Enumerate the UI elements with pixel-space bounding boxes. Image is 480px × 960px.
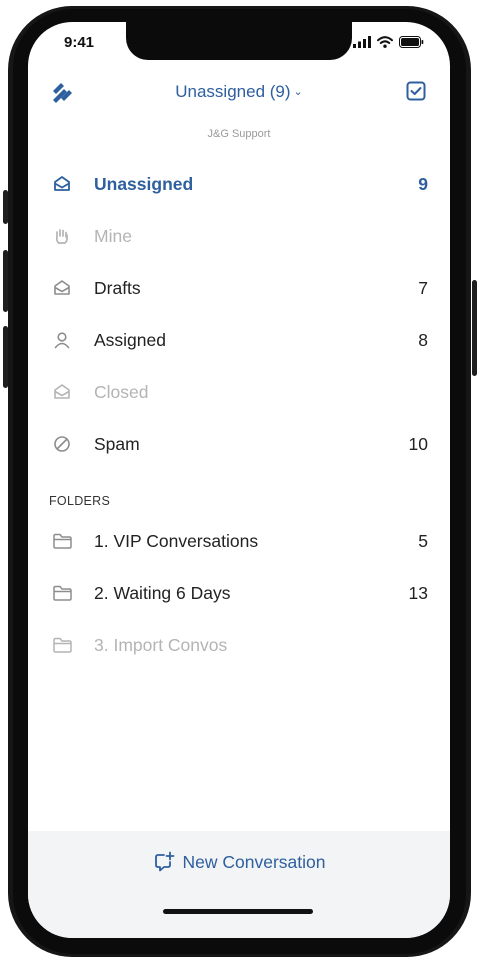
folder-item-vip-conversations[interactable]: 1. VIP Conversations 5 <box>28 515 450 567</box>
mailbox-item-assigned[interactable]: Assigned 8 <box>28 314 450 366</box>
inbox-icon <box>51 277 73 299</box>
folder-item-waiting-6-days[interactable]: 2. Waiting 6 Days 13 <box>28 567 450 619</box>
mailbox-switcher[interactable]: Unassigned (9) ⌄ <box>28 82 450 102</box>
wifi-icon <box>377 36 393 48</box>
folder-icon <box>51 582 73 604</box>
mailbox-switcher-title: Unassigned (9) <box>175 82 291 101</box>
mailbox-item-count: 10 <box>408 433 428 454</box>
folder-item-count: 13 <box>408 582 428 603</box>
mailbox-item-drafts[interactable]: Drafts 7 <box>28 262 450 314</box>
mailbox-item-label: Spam <box>94 433 140 454</box>
new-conversation-icon <box>154 851 174 872</box>
nav-bar: Unassigned (9) ⌄ <box>28 70 450 116</box>
mailbox-item-label: Mine <box>94 225 132 246</box>
hand-icon <box>51 225 73 247</box>
folder-item-count: 5 <box>418 530 428 551</box>
notch <box>126 22 352 60</box>
battery-icon <box>399 36 424 48</box>
mailbox-list: J&G Support Unassigned 9 Mine Drafts 7 A… <box>28 116 450 831</box>
mailbox-item-mine[interactable]: Mine <box>28 210 450 262</box>
mailbox-item-spam[interactable]: Spam 10 <box>28 418 450 470</box>
volume-up-button <box>3 250 8 312</box>
organization-name: J&G Support <box>207 128 271 140</box>
folder-item-import-convos[interactable]: 3. Import Convos <box>28 619 450 671</box>
mailbox-item-count: 7 <box>418 277 428 298</box>
folder-item-label: 3. Import Convos <box>94 634 228 655</box>
status-icons <box>353 36 424 48</box>
power-button <box>472 280 477 376</box>
mailbox-item-label: Drafts <box>94 277 141 298</box>
signal-icon <box>353 36 371 48</box>
inbox-icon <box>51 381 73 403</box>
inbox-icon <box>51 173 73 195</box>
new-conversation-button[interactable]: New Conversation <box>28 851 450 873</box>
folder-item-label: 2. Waiting 6 Days <box>94 582 231 603</box>
checkbox-select-icon[interactable] <box>406 81 426 101</box>
folder-icon <box>51 634 73 656</box>
person-icon <box>51 329 73 351</box>
app-screen: 9:41 Unassigned (9) ⌄ J&G Support Unassi… <box>28 22 450 938</box>
mailbox-item-unassigned[interactable]: Unassigned 9 <box>28 158 450 210</box>
chevron-down-icon: ⌄ <box>293 86 303 98</box>
folder-icon <box>51 530 73 552</box>
mailbox-item-label: Assigned <box>94 329 166 350</box>
volume-down-button <box>3 326 8 388</box>
mute-switch <box>3 190 8 224</box>
mailbox-item-label: Unassigned <box>94 173 194 194</box>
mailbox-item-label: Closed <box>94 381 149 402</box>
no-entry-icon <box>51 433 73 455</box>
mailbox-item-closed[interactable]: Closed <box>28 366 450 418</box>
folder-item-label: 1. VIP Conversations <box>94 530 259 551</box>
mailbox-item-count: 9 <box>418 173 428 194</box>
new-conversation-label: New Conversation <box>182 851 326 872</box>
home-indicator[interactable] <box>163 909 313 914</box>
folders-header: FOLDERS <box>49 494 111 508</box>
mailbox-item-count: 8 <box>418 329 428 350</box>
status-time: 9:41 <box>64 34 95 51</box>
bottom-toolbar: New Conversation <box>28 831 450 938</box>
